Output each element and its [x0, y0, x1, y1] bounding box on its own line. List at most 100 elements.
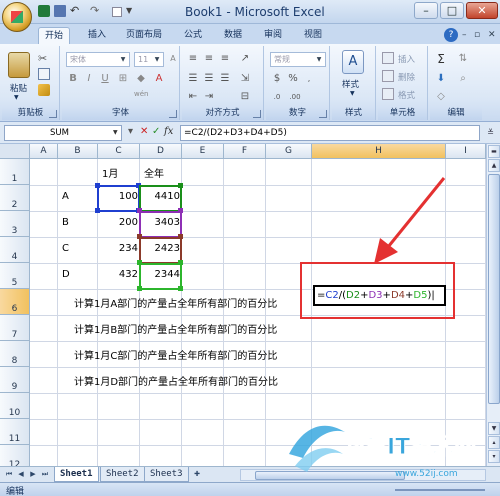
cancel-icon[interactable]: ✕ — [140, 126, 148, 137]
border-icon[interactable]: ⊞ — [116, 72, 130, 86]
formula-input[interactable]: =C2/(D2+D3+D4+D5) — [180, 125, 480, 141]
font-launcher-icon[interactable] — [169, 110, 177, 118]
ref-handle[interactable] — [137, 260, 142, 265]
decrease-indent-icon[interactable]: ⇤ — [186, 90, 200, 104]
percent-icon[interactable]: % — [286, 72, 300, 86]
ref-handle[interactable] — [137, 234, 142, 239]
insert-cells-icon[interactable] — [382, 52, 394, 64]
comma-style-icon[interactable]: , — [302, 72, 316, 86]
help-icon[interactable]: ? — [444, 28, 458, 42]
next-sheet-icon[interactable]: ▶ — [28, 469, 38, 480]
column-header-i[interactable]: I — [446, 144, 486, 159]
tab-data[interactable]: 数据 — [218, 27, 248, 44]
ribbon-close-icon[interactable]: ✕ — [488, 30, 496, 40]
row-header-1[interactable]: 1 — [0, 159, 30, 185]
number-launcher-icon[interactable] — [319, 110, 327, 118]
cell-b7[interactable]: 计算1月B部门的产量占全年所有部门的百分比 — [74, 321, 277, 336]
font-name-combo[interactable]: 宋体 ▼ — [66, 52, 130, 67]
tab-formulas[interactable]: 公式 — [178, 27, 208, 44]
horizontal-scroll-thumb[interactable] — [255, 471, 405, 480]
undo-icon[interactable]: ↶ — [70, 5, 82, 17]
underline-icon[interactable]: U — [98, 72, 112, 86]
sort-filter-icon[interactable]: ⇅ — [456, 52, 470, 66]
cell-c4[interactable]: 234 — [98, 243, 138, 254]
cell-c3[interactable]: 200 — [98, 217, 138, 228]
cell-b3[interactable]: B — [62, 217, 69, 228]
tab-home[interactable]: 开始 — [38, 27, 71, 44]
row-header-4[interactable]: 4 — [0, 237, 30, 263]
styles-chevron-icon[interactable]: ▼ — [350, 90, 355, 97]
format-painter-icon[interactable] — [38, 84, 50, 96]
paste-chevron-icon[interactable]: ▼ — [14, 94, 19, 101]
row-header-9[interactable]: 9 — [0, 367, 30, 393]
sheet-tab-3[interactable]: Sheet3 — [144, 467, 189, 482]
orientation-icon[interactable]: ↗ — [238, 52, 252, 66]
name-box[interactable]: SUM — [4, 125, 122, 141]
cell-b4[interactable]: C — [62, 243, 69, 254]
cell-b9[interactable]: 计算1月D部门的产量占全年所有部门的百分比 — [74, 373, 278, 388]
row-header-8[interactable]: 8 — [0, 341, 30, 367]
tab-review[interactable]: 审阅 — [258, 27, 288, 44]
quick-access-checkbox-icon[interactable] — [112, 7, 122, 17]
cell-b8[interactable]: 计算1月C部门的产量占全年所有部门的百分比 — [74, 347, 277, 362]
insert-cells-label[interactable]: 插入 — [398, 53, 415, 65]
row-header-3[interactable]: 3 — [0, 211, 30, 237]
maximize-button[interactable]: □ — [440, 2, 464, 19]
align-left-icon[interactable]: ☰ — [186, 72, 200, 86]
ref-handle[interactable] — [178, 183, 183, 188]
fill-icon[interactable]: ⬇ — [434, 72, 448, 86]
office-button[interactable] — [2, 2, 32, 32]
row-header-10[interactable]: 10 — [0, 393, 30, 419]
sheet-tab-1[interactable]: Sheet1 — [54, 467, 99, 482]
page-up-icon[interactable]: ▴ — [488, 436, 500, 449]
clear-icon[interactable]: ◇ — [434, 90, 448, 104]
font-color-icon[interactable]: A — [152, 72, 166, 86]
styles-icon[interactable]: A — [342, 50, 364, 74]
scroll-up-icon[interactable]: ▲ — [488, 159, 500, 172]
column-header-b[interactable]: B — [58, 144, 98, 159]
row-header-7[interactable]: 7 — [0, 315, 30, 341]
ref-handle[interactable] — [178, 260, 183, 265]
align-bottom-icon[interactable]: ≡ — [218, 52, 232, 66]
copy-icon[interactable] — [38, 68, 50, 80]
cell-b6[interactable]: 计算1月A部门的产量占全年所有部门的百分比 — [74, 295, 277, 310]
spreadsheet-grid[interactable]: A B C D E F G H I 1 2 3 4 5 6 7 8 9 10 1… — [0, 144, 486, 466]
scroll-split-icon[interactable]: ▬ — [488, 145, 500, 158]
horizontal-scrollbar[interactable] — [240, 469, 486, 481]
ribbon-restore-icon[interactable]: ▫ — [474, 30, 480, 40]
scroll-down-icon[interactable]: ▼ — [488, 422, 500, 435]
redo-icon[interactable]: ↷ — [90, 5, 102, 17]
row-header-6[interactable]: 6 — [0, 289, 30, 315]
select-all-corner[interactable] — [0, 144, 30, 159]
vertical-scrollbar[interactable]: ▬ ▲ ▼ ▴ ▾ — [486, 144, 500, 466]
column-header-c[interactable]: C — [98, 144, 140, 159]
customize-qat-chevron-icon[interactable]: ▼ — [126, 5, 138, 17]
delete-cells-icon[interactable] — [382, 70, 394, 82]
decrease-decimal-icon[interactable]: .00 — [288, 90, 302, 104]
zoom-slider[interactable] — [395, 489, 485, 491]
wrap-text-icon[interactable]: ⇲ — [238, 72, 252, 86]
ref-handle[interactable] — [137, 208, 142, 213]
cell-d1[interactable]: 全年 — [144, 165, 164, 180]
insert-sheet-icon[interactable]: ✚ — [190, 469, 204, 480]
number-format-combo[interactable]: 常规 ▼ — [270, 52, 326, 67]
cell-c1[interactable]: 1月 — [102, 165, 118, 180]
currency-icon[interactable]: $ — [270, 72, 284, 86]
paste-button-label[interactable]: 粘贴 — [10, 82, 27, 94]
alignment-launcher-icon[interactable] — [253, 110, 261, 118]
page-down-icon[interactable]: ▾ — [488, 450, 500, 463]
enter-icon[interactable]: ✓ — [152, 126, 160, 137]
fill-color-icon[interactable]: ◆ — [134, 72, 148, 86]
align-middle-icon[interactable]: ≡ — [202, 52, 216, 66]
row-header-12[interactable]: 12 — [0, 445, 30, 466]
ref-handle[interactable] — [178, 286, 183, 291]
font-size-combo[interactable]: 11 ▼ — [134, 52, 164, 67]
align-top-icon[interactable]: ≡ — [186, 52, 200, 66]
row-header-2[interactable]: 2 — [0, 185, 30, 211]
close-button[interactable]: ✕ — [466, 2, 498, 19]
tab-insert[interactable]: 插入 — [82, 27, 112, 44]
last-sheet-icon[interactable]: ⏭ — [40, 469, 50, 480]
formula-bar-expand-icon[interactable]: ≚ — [484, 126, 497, 140]
tab-view[interactable]: 视图 — [298, 27, 328, 44]
increase-decimal-icon[interactable]: .0 — [270, 90, 284, 104]
